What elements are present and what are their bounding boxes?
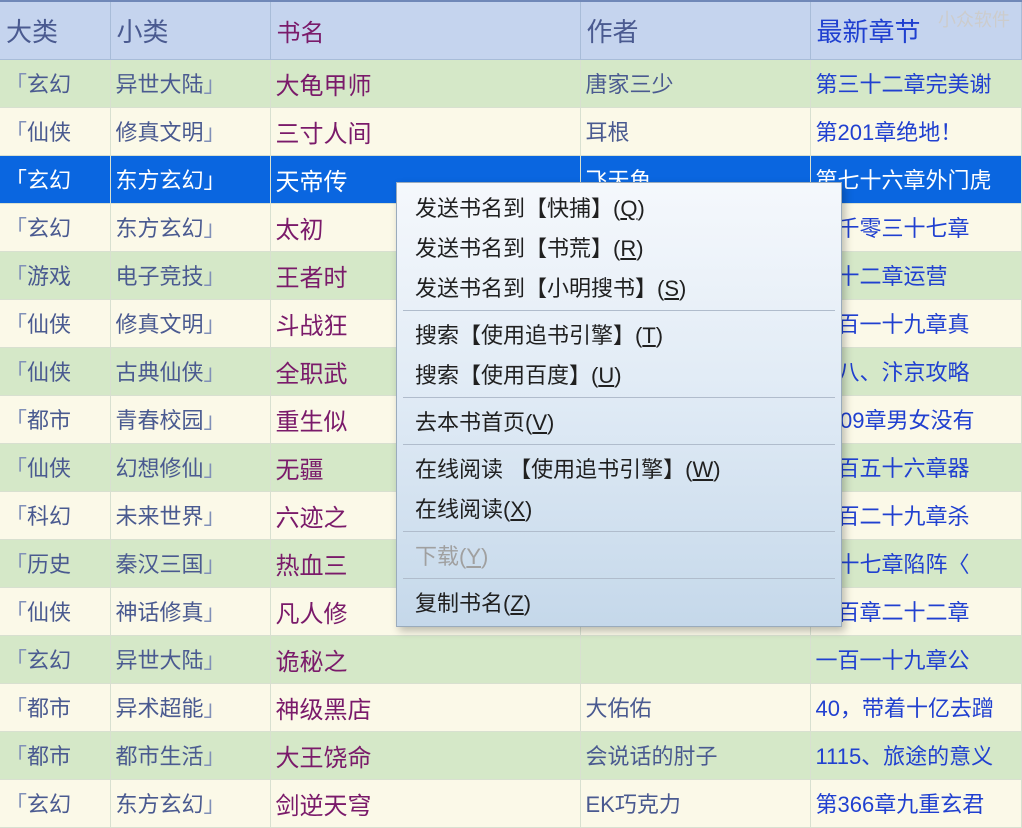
header-category-sub[interactable]: 小类 [110, 1, 270, 59]
menu-item[interactable]: 复制书名(Z) [397, 582, 841, 622]
cell-category-main: 「仙侠 [0, 443, 110, 491]
cell-category-main: 「仙侠 [0, 107, 110, 155]
menu-item[interactable]: 发送书名到【书荒】(R) [397, 227, 841, 267]
cell-author: 耳根 [580, 107, 810, 155]
cell-category-main: 「玄幻 [0, 155, 110, 203]
cell-title: 大王饶命 [270, 731, 580, 779]
cell-category-main: 「玄幻 [0, 635, 110, 683]
cell-category-main: 「都市 [0, 395, 110, 443]
table-row[interactable]: 「玄幻异世大陆」诡秘之 一百一十九章公 [0, 635, 1022, 683]
context-menu: 发送书名到【快捕】(Q)发送书名到【书荒】(R)发送书名到【小明搜书】(S) 搜索… [396, 182, 842, 627]
cell-author: 会说话的肘子 [580, 731, 810, 779]
cell-category-sub: 电子竞技」 [110, 251, 270, 299]
cell-category-sub: 异世大陆」 [110, 59, 270, 107]
cell-latest-chapter: 一百一十九章公 [810, 635, 1022, 683]
cell-category-main: 「玄幻 [0, 779, 110, 827]
cell-category-sub: 东方玄幻」 [110, 155, 270, 203]
cell-category-sub: 东方玄幻」 [110, 779, 270, 827]
cell-category-sub: 异世大陆」 [110, 635, 270, 683]
cell-category-main: 「玄幻 [0, 59, 110, 107]
table-header-row: 大类 小类 书名 作者 最新章节 [0, 1, 1022, 59]
menu-separator [403, 578, 835, 579]
cell-category-sub: 修真文明」 [110, 299, 270, 347]
cell-category-sub: 都市生活」 [110, 731, 270, 779]
cell-latest-chapter: 第201章绝地！ [810, 107, 1022, 155]
cell-category-sub: 修真文明」 [110, 107, 270, 155]
cell-title: 三寸人间 [270, 107, 580, 155]
menu-item[interactable]: 搜索【使用百度】(U) [397, 354, 841, 394]
cell-category-main: 「玄幻 [0, 203, 110, 251]
table-row[interactable]: 「都市都市生活」大王饶命会说话的肘子1115、旅途的意义 [0, 731, 1022, 779]
cell-latest-chapter: 第366章九重玄君 [810, 779, 1022, 827]
cell-title: 剑逆天穹 [270, 779, 580, 827]
menu-item[interactable]: 发送书名到【快捕】(Q) [397, 187, 841, 227]
cell-category-sub: 幻想修仙」 [110, 443, 270, 491]
menu-item[interactable]: 在线阅读(X) [397, 488, 841, 528]
cell-category-main: 「都市 [0, 731, 110, 779]
cell-author [580, 635, 810, 683]
header-category-main[interactable]: 大类 [0, 1, 110, 59]
table-row[interactable]: 「仙侠修真文明」三寸人间耳根第201章绝地！ [0, 107, 1022, 155]
table-row[interactable]: 「玄幻东方玄幻」剑逆天穹EK巧克力第366章九重玄君 [0, 779, 1022, 827]
cell-category-sub: 神话修真」 [110, 587, 270, 635]
cell-author: 唐家三少 [580, 59, 810, 107]
menu-item[interactable]: 搜索【使用追书引擎】(T) [397, 314, 841, 354]
menu-separator [403, 444, 835, 445]
menu-item[interactable]: 在线阅读 【使用追书引擎】(W) [397, 448, 841, 488]
menu-separator [403, 531, 835, 532]
cell-category-sub: 东方玄幻」 [110, 203, 270, 251]
cell-category-main: 「科幻 [0, 491, 110, 539]
cell-author: EK巧克力 [580, 779, 810, 827]
menu-item[interactable]: 发送书名到【小明搜书】(S) [397, 267, 841, 307]
menu-separator [403, 310, 835, 311]
cell-category-sub: 未来世界」 [110, 491, 270, 539]
cell-category-main: 「仙侠 [0, 347, 110, 395]
table-row[interactable]: 「玄幻异世大陆」大龟甲师唐家三少第三十二章完美谢 [0, 59, 1022, 107]
cell-title: 大龟甲师 [270, 59, 580, 107]
cell-category-main: 「仙侠 [0, 587, 110, 635]
header-title[interactable]: 书名 [270, 1, 580, 59]
cell-category-main: 「历史 [0, 539, 110, 587]
cell-category-sub: 青春校园」 [110, 395, 270, 443]
header-author[interactable]: 作者 [580, 1, 810, 59]
cell-latest-chapter: 1115、旅途的意义 [810, 731, 1022, 779]
watermark-text: 小众软件 [938, 6, 1010, 32]
cell-category-main: 「仙侠 [0, 299, 110, 347]
menu-item[interactable]: 去本书首页(V) [397, 401, 841, 441]
cell-category-sub: 古典仙侠」 [110, 347, 270, 395]
menu-item: 下载(Y) [397, 535, 841, 575]
cell-category-main: 「游戏 [0, 251, 110, 299]
cell-title: 诡秘之 [270, 635, 580, 683]
cell-latest-chapter: 第三十二章完美谢 [810, 59, 1022, 107]
menu-separator [403, 397, 835, 398]
cell-category-sub: 秦汉三国」 [110, 539, 270, 587]
